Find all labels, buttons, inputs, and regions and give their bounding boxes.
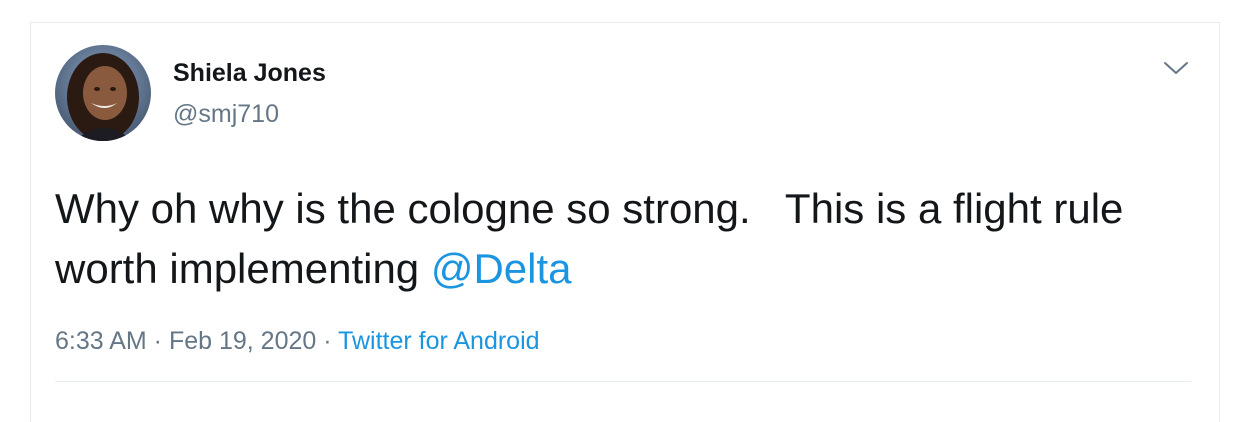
divider <box>55 381 1191 382</box>
user-handle[interactable]: @smj710 <box>173 100 279 129</box>
tweet-metadata: 6:33 AM · Feb 19, 2020 · Twitter for And… <box>55 327 540 356</box>
tweet-text: Why oh why is the cologne so strong. Thi… <box>55 179 1185 299</box>
user-display-name[interactable]: Shiela Jones <box>173 59 326 88</box>
tweet-body: Why oh why is the cologne so strong. Thi… <box>55 185 1136 292</box>
profile-photo-icon <box>55 45 151 141</box>
separator: · <box>146 327 169 355</box>
separator: · <box>316 327 339 355</box>
tweet-source-link[interactable]: Twitter for Android <box>338 327 539 355</box>
tweet-card: Shiela Jones @smj710 Why oh why is the c… <box>30 22 1220 422</box>
chevron-down-icon[interactable] <box>1161 53 1191 83</box>
tweet-time[interactable]: 6:33 AM <box>55 327 147 355</box>
tweet-date[interactable]: Feb 19, 2020 <box>169 327 316 355</box>
mention-link[interactable]: @Delta <box>431 245 572 292</box>
avatar[interactable] <box>55 45 151 141</box>
